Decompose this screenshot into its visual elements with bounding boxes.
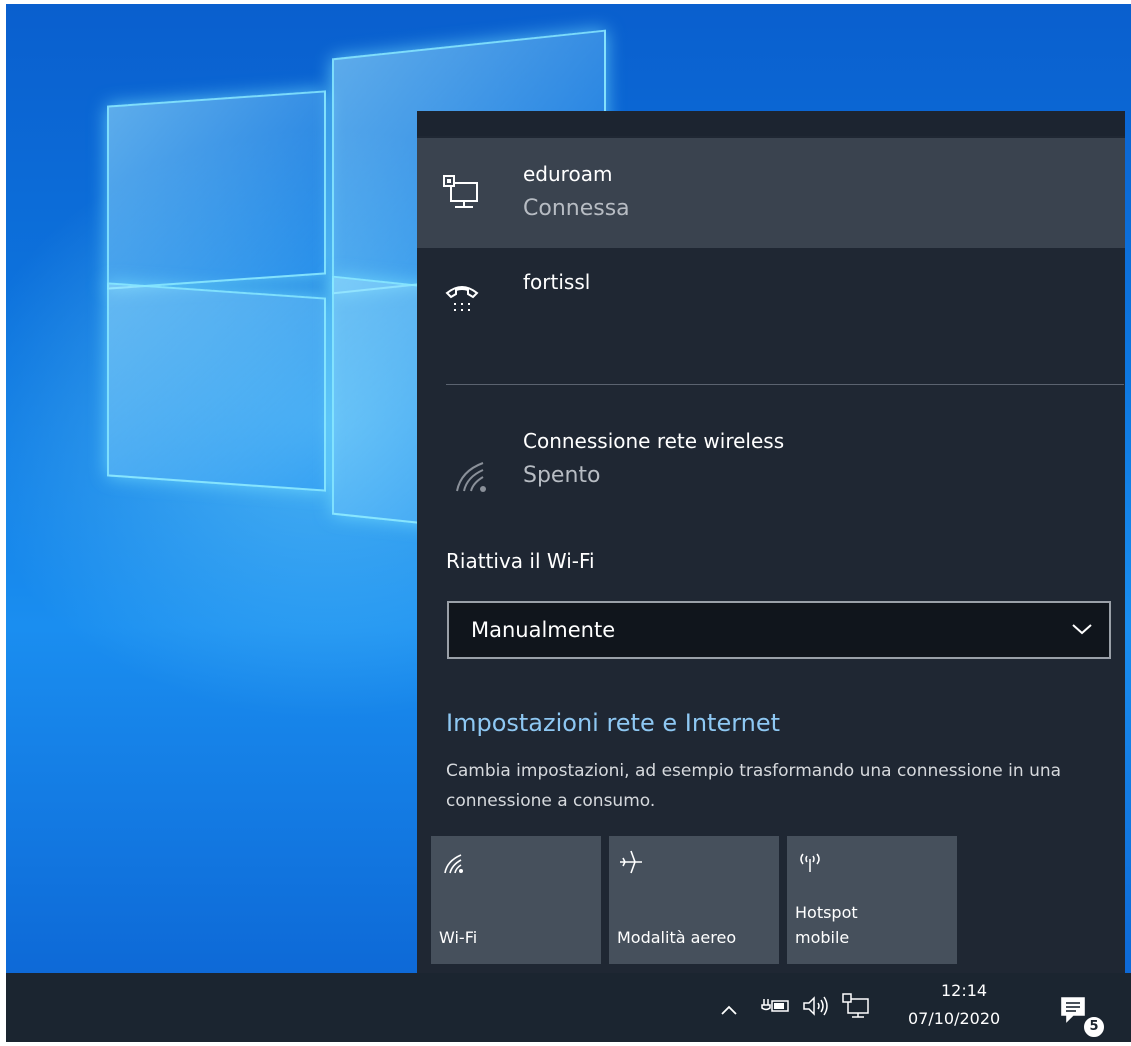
network-status: Connessa: [523, 196, 630, 221]
network-status: Spento: [523, 463, 601, 488]
network-flyout: eduroam Connessa fortissl Connessione re…: [417, 111, 1125, 973]
dropdown-selected-value: Manualmente: [471, 618, 616, 642]
quick-action-label: Modalità aereo: [617, 928, 737, 947]
chevron-up-icon[interactable]: [720, 1001, 738, 1020]
quick-action-wifi[interactable]: Wi-Fi: [431, 836, 601, 964]
wifi-icon: [443, 852, 467, 880]
taskbar: 12:14 07/10/2020 5: [6, 973, 1131, 1042]
quick-action-label: Hotspot mobile: [795, 903, 858, 947]
network-item-fortissl[interactable]: fortissl: [417, 248, 1125, 358]
dialup-icon: [444, 281, 480, 321]
network-item-wireless[interactable]: Connessione rete wireless Spento: [417, 407, 1125, 517]
network-item-eduroam[interactable]: eduroam Connessa: [417, 138, 1125, 248]
network-settings-link[interactable]: Impostazioni rete e Internet: [446, 709, 780, 737]
power-icon[interactable]: [761, 995, 791, 1021]
network-name: eduroam: [523, 162, 613, 186]
windows-logo-pane-bottom-left: [107, 282, 326, 492]
windows-logo-pane-top-left: [107, 90, 326, 290]
chevron-down-icon: [1071, 621, 1093, 640]
network-list-divider: [446, 384, 1124, 385]
network-settings-description: Cambia impostazioni, ad esempio trasform…: [446, 761, 1062, 811]
network-name: Connessione rete wireless: [523, 429, 785, 453]
wifi-off-icon: [453, 457, 493, 501]
volume-icon[interactable]: [802, 995, 830, 1021]
quick-action-mobile-hotspot[interactable]: Hotspot mobile: [787, 836, 957, 964]
quick-action-airplane-mode[interactable]: Modalità aereo: [609, 836, 779, 964]
quick-action-label: Wi-Fi: [439, 928, 478, 947]
airplane-icon: [617, 848, 645, 880]
hotspot-icon: [795, 850, 825, 878]
taskbar-clock-time[interactable]: 12:14: [941, 981, 987, 1000]
wifi-reactivate-dropdown[interactable]: Manualmente: [447, 601, 1111, 659]
notification-count-badge: 5: [1082, 1015, 1106, 1039]
wifi-reactivate-label: Riattiva il Wi-Fi: [446, 549, 595, 573]
network-name: fortissl: [523, 270, 591, 294]
taskbar-clock-date[interactable]: 07/10/2020: [908, 1009, 1000, 1028]
ethernet-icon: [442, 174, 480, 216]
flyout-top-strip: [417, 111, 1125, 136]
network-icon[interactable]: [842, 993, 870, 1023]
